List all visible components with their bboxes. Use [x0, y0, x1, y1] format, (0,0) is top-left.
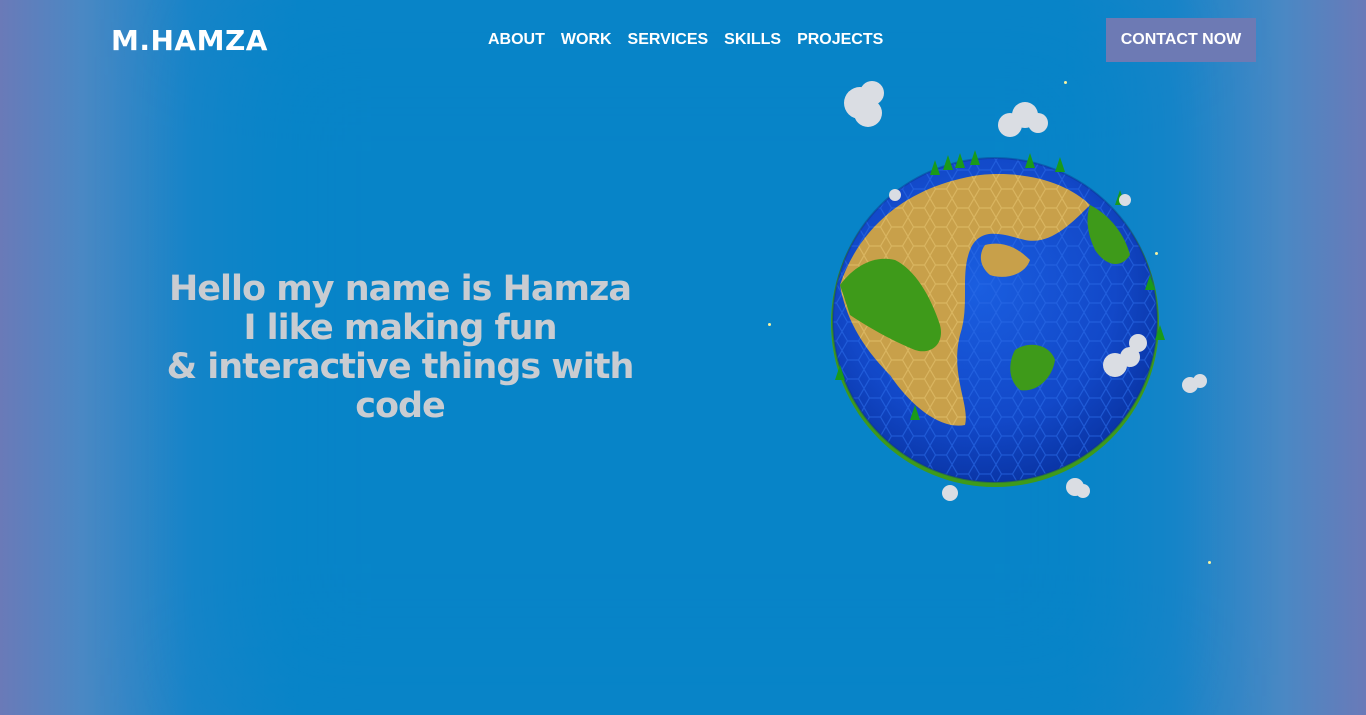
nav-skills[interactable]: SKILLS	[724, 30, 781, 50]
low-poly-planet-icon	[831, 81, 1207, 501]
nav-services[interactable]: SERVICES	[628, 30, 709, 50]
hero-heading: Hello my name is Hamza I like making fun…	[120, 270, 680, 426]
star-dot	[1208, 561, 1211, 564]
nav-work[interactable]: WORK	[561, 30, 612, 50]
hero-line-4: code	[355, 386, 446, 426]
planet-body	[831, 157, 1159, 487]
site-header: M.HAMZA ABOUT WORK SERVICES SKILLS PROJE…	[0, 0, 1366, 80]
globe-illustration[interactable]	[820, 75, 1220, 515]
hero-line-1: Hello my name is Hamza	[168, 269, 632, 309]
site-logo[interactable]: M.HAMZA	[111, 24, 268, 58]
star-dot	[768, 323, 771, 326]
hero-line-3: & interactive things with	[166, 347, 635, 387]
hero-line-2: I like making fun	[243, 308, 557, 348]
nav-about[interactable]: ABOUT	[488, 30, 545, 50]
nav-projects[interactable]: PROJECTS	[797, 30, 883, 50]
main-nav: ABOUT WORK SERVICES SKILLS PROJECTS	[488, 30, 883, 50]
contact-now-button[interactable]: CONTACT NOW	[1106, 18, 1256, 62]
